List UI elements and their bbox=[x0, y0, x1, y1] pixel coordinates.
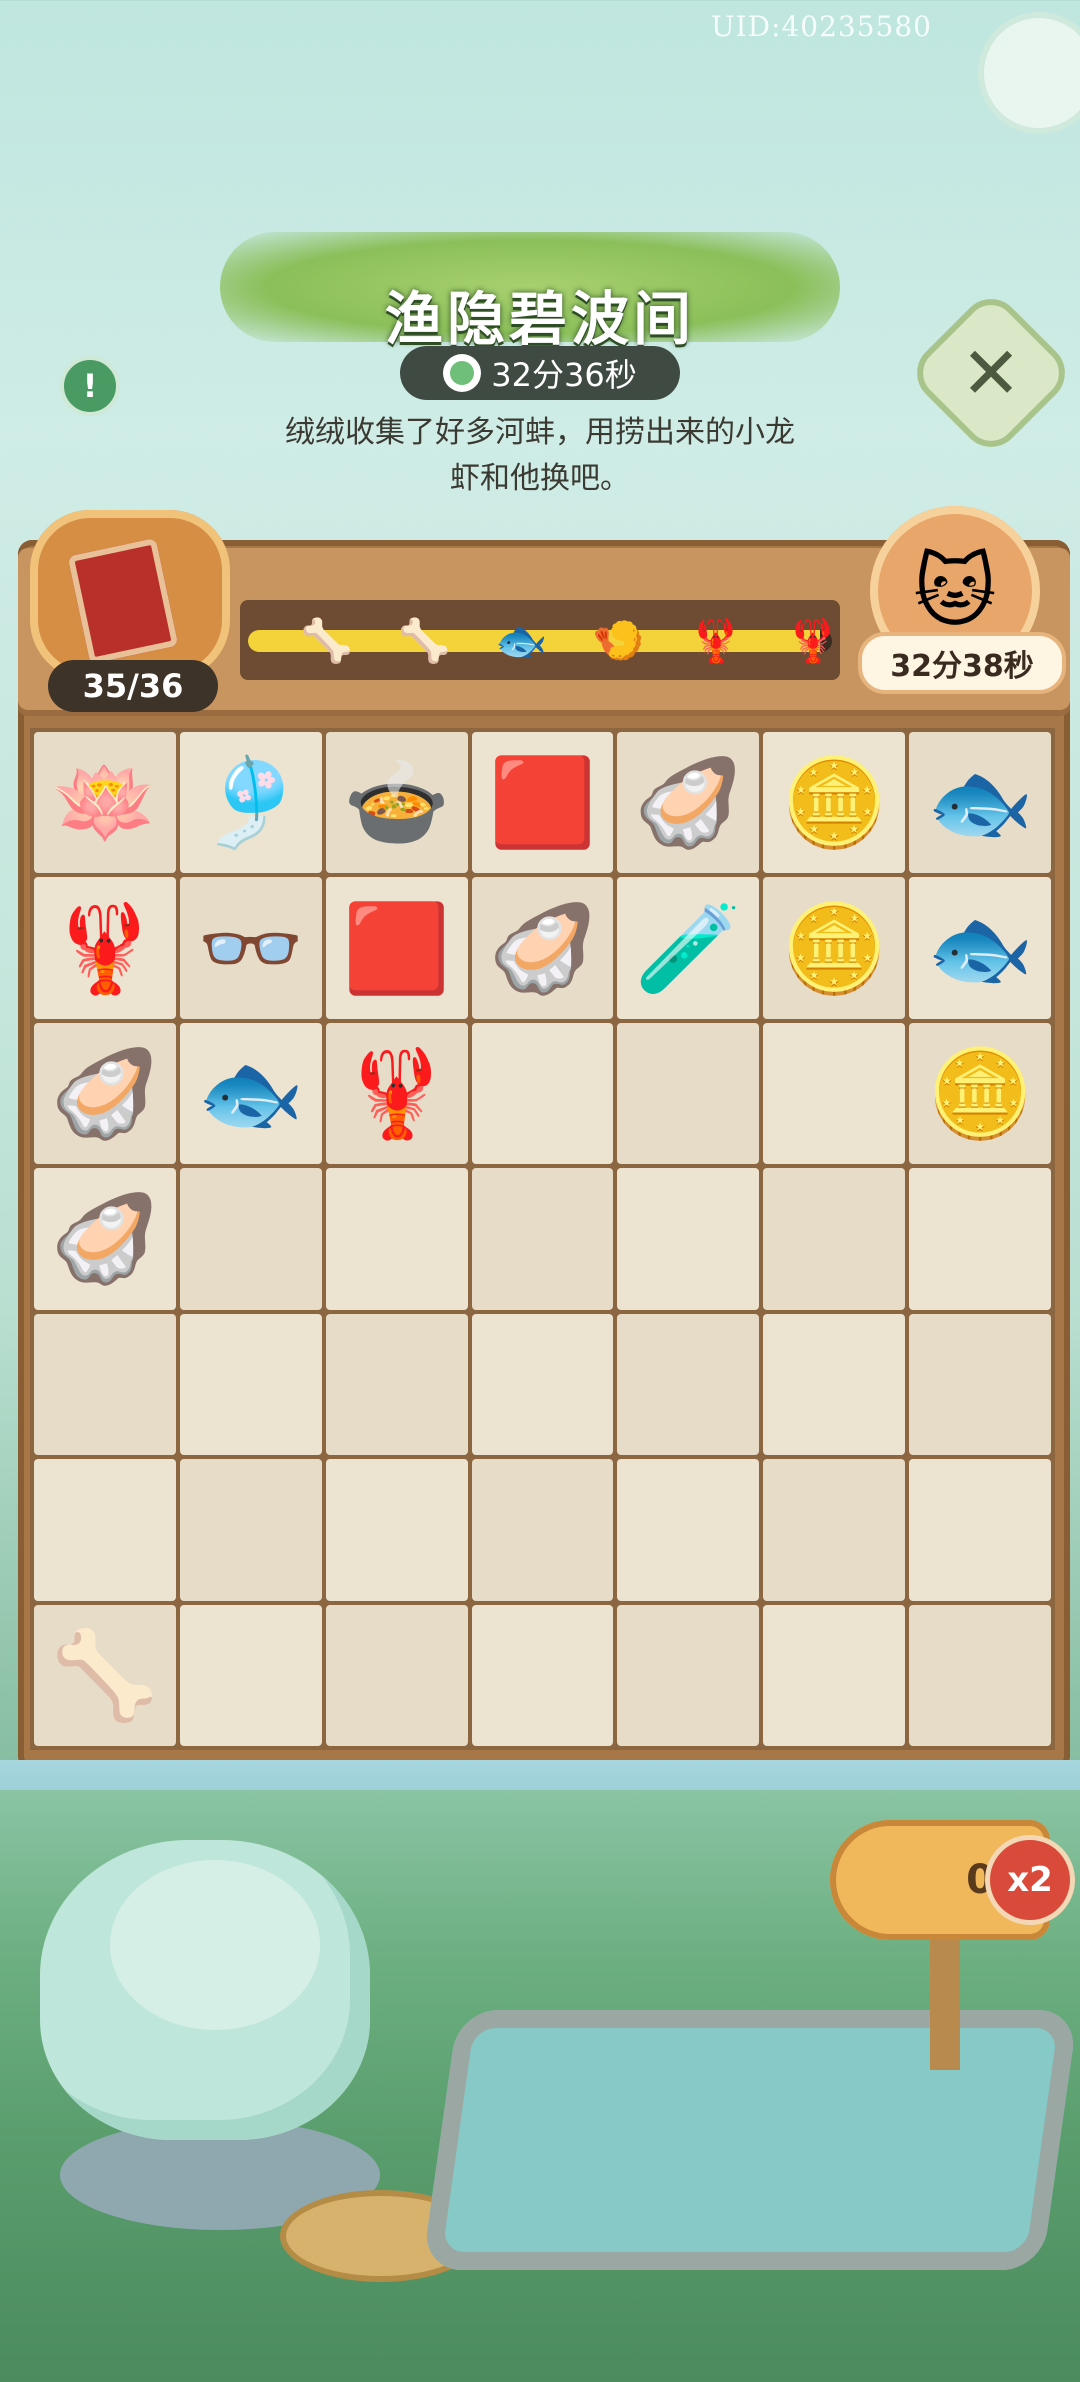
carp-icon[interactable]: 🐟 bbox=[179, 1022, 322, 1165]
empty-cell[interactable] bbox=[617, 1459, 760, 1601]
coin-icon[interactable]: 🪙 bbox=[763, 877, 906, 1019]
collection-count: 35/36 bbox=[48, 660, 218, 712]
pearl-brooch-icon[interactable]: 🪷 bbox=[34, 732, 176, 874]
empty-cell[interactable] bbox=[471, 1022, 614, 1165]
page-title: 渔隐碧波间 bbox=[384, 285, 695, 353]
empty-cell[interactable] bbox=[909, 1313, 1051, 1456]
cat-timer: 32分38秒 bbox=[858, 632, 1066, 694]
clock-icon bbox=[443, 354, 482, 392]
potion-sack-icon[interactable]: 🧪 bbox=[617, 877, 760, 1019]
rubies-icon[interactable]: 🟥 bbox=[325, 877, 468, 1019]
shrimp-pond[interactable] bbox=[421, 2010, 1079, 2270]
ruby-icon[interactable]: 🟥 bbox=[471, 732, 614, 874]
empty-cell[interactable] bbox=[325, 1604, 468, 1746]
pearl-clam-icon[interactable]: 🦪 bbox=[617, 732, 760, 874]
description-line-2: 虾和他换吧。 bbox=[450, 461, 630, 496]
corner-avatar[interactable] bbox=[978, 12, 1080, 134]
empty-cell[interactable] bbox=[34, 1313, 176, 1456]
progress-items: 🦴 🦴 🐟 🍤 🦞 🦞 bbox=[300, 614, 840, 668]
fish-bone-icon[interactable]: 🦴 bbox=[34, 1604, 176, 1746]
empty-cell[interactable] bbox=[617, 1168, 760, 1310]
empty-cell[interactable] bbox=[471, 1459, 614, 1601]
description-line-1: 绒绒收集了好多河蚌，用捞出来的小龙 bbox=[285, 415, 795, 450]
empty-cell[interactable] bbox=[909, 1168, 1051, 1310]
empty-cell[interactable] bbox=[763, 1459, 906, 1601]
event-timer-text: 32分36秒 bbox=[491, 356, 637, 394]
empty-cell[interactable] bbox=[763, 1022, 906, 1165]
crayfish-icon[interactable]: 🦞 bbox=[34, 877, 176, 1019]
empty-cell[interactable] bbox=[763, 1604, 906, 1746]
sign-post bbox=[930, 1930, 960, 2070]
crayfish-bowl-icon[interactable]: 🦞 bbox=[325, 1022, 468, 1165]
empty-cell[interactable] bbox=[179, 1168, 322, 1310]
empty-cell[interactable] bbox=[179, 1604, 322, 1746]
uid-label: UID:40235580 bbox=[710, 10, 932, 43]
empty-cell[interactable] bbox=[471, 1604, 614, 1746]
empty-cell[interactable] bbox=[179, 1459, 322, 1601]
empty-cell[interactable] bbox=[471, 1168, 614, 1310]
grilled-fish-icon[interactable]: 🐟 bbox=[909, 877, 1051, 1019]
empty-cell[interactable] bbox=[909, 1604, 1051, 1746]
pearl-earrings-pair-icon[interactable]: 👓 bbox=[179, 877, 322, 1019]
empty-cell[interactable] bbox=[617, 1022, 760, 1165]
clam-icon[interactable]: 🦪 bbox=[34, 1168, 176, 1310]
item-grid: 🪷 🎐 🍲 🟥 🦪 🪙 🐟 🦞 👓 🟥 🦪 🧪 🪙 🐟 🦪 🐟 🦞 🪙 🦪 🦴 bbox=[30, 728, 1055, 1750]
coins-icon[interactable]: 🪙 bbox=[909, 1022, 1051, 1165]
empty-cell[interactable] bbox=[179, 1313, 322, 1456]
event-description: 绒绒收集了好多河蚌，用捞出来的小龙 虾和他换吧。 bbox=[250, 410, 830, 502]
empty-cell[interactable] bbox=[763, 1313, 906, 1456]
empty-cell[interactable] bbox=[617, 1313, 760, 1456]
pearl-earring-icon[interactable]: 🎐 bbox=[179, 732, 322, 874]
info-icon[interactable]: ! bbox=[60, 356, 120, 416]
coins-icon[interactable]: 🪙 bbox=[763, 732, 906, 874]
close-icon[interactable]: ✕ bbox=[930, 312, 1052, 434]
empty-cell[interactable] bbox=[763, 1168, 906, 1310]
fish-icon: 🐟 bbox=[495, 616, 548, 665]
clam-icon[interactable]: 🦪 bbox=[34, 1022, 176, 1165]
multiplier-badge[interactable]: x2 bbox=[985, 1835, 1075, 1925]
cat-face bbox=[110, 1860, 320, 2030]
bone-icon: 🦴 bbox=[398, 616, 451, 665]
empty-cell[interactable] bbox=[325, 1313, 468, 1456]
empty-cell[interactable] bbox=[34, 1459, 176, 1601]
crayfish-icon: 🦞 bbox=[689, 616, 742, 665]
empty-cell[interactable] bbox=[617, 1604, 760, 1746]
empty-cell[interactable] bbox=[325, 1168, 468, 1310]
crayfish-icon: 🦞 bbox=[786, 616, 840, 665]
pearl-clam-icon[interactable]: 🦪 bbox=[471, 877, 614, 1019]
empty-cell[interactable] bbox=[325, 1459, 468, 1601]
empty-cell[interactable] bbox=[471, 1313, 614, 1456]
bone-icon: 🦴 bbox=[300, 616, 354, 665]
shrimp-icon: 🍤 bbox=[592, 616, 645, 665]
grilled-fish-icon[interactable]: 🐟 bbox=[909, 732, 1051, 874]
event-timer: 32分36秒 bbox=[400, 346, 680, 400]
empty-cell[interactable] bbox=[909, 1459, 1051, 1601]
fish-stew-icon[interactable]: 🍲 bbox=[325, 732, 468, 874]
